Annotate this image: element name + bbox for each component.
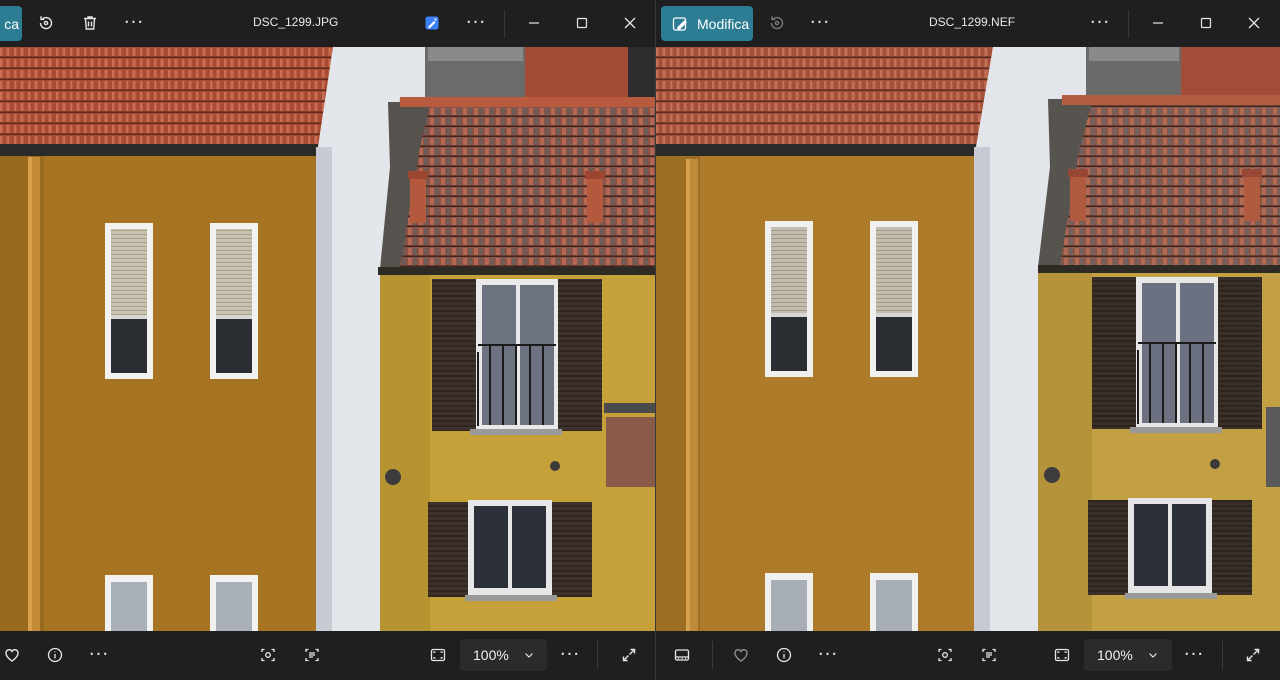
- edit-button-label: Modifica: [697, 15, 750, 32]
- more-options-button[interactable]: ···: [116, 5, 152, 41]
- more-icon: ···: [465, 12, 487, 33]
- trash-icon: [84, 16, 96, 30]
- photo-canvas[interactable]: [0, 47, 655, 631]
- fullscreen-button[interactable]: [1235, 637, 1271, 673]
- rotate-button[interactable]: [759, 5, 795, 41]
- rotate-icon: [770, 16, 784, 30]
- delete-button[interactable]: [72, 5, 108, 41]
- visual-search-button[interactable]: [927, 637, 963, 673]
- photo-pane-right: Modifica ··· DSC_1299.NEF ··· ··· 100% ·…: [656, 0, 1280, 680]
- divider: [712, 641, 713, 669]
- maximize-button[interactable]: [564, 5, 600, 41]
- photo-pane-left: ca ··· DSC_1299.JPG ··· ··· 100% ···: [0, 0, 655, 680]
- more-options-button-2[interactable]: ···: [1082, 5, 1118, 41]
- close-button[interactable]: [1236, 5, 1272, 41]
- heart-icon: [5, 649, 19, 662]
- filmstrip-icon: [674, 649, 690, 661]
- text-scan-button[interactable]: [294, 637, 330, 673]
- more-options-button-2[interactable]: ···: [458, 5, 494, 41]
- zoom-value: 100%: [1097, 647, 1133, 663]
- edit-button[interactable]: ca: [0, 6, 22, 41]
- text-scan-button[interactable]: [971, 637, 1007, 673]
- minimize-icon: [529, 22, 539, 24]
- maximize-button[interactable]: [1188, 5, 1224, 41]
- more-zoom-options[interactable]: ···: [1176, 637, 1212, 673]
- minimize-icon: [1153, 22, 1163, 24]
- close-button[interactable]: [612, 5, 648, 41]
- maximize-icon: [576, 17, 588, 29]
- minimize-button[interactable]: [516, 5, 552, 41]
- scan-icon: [938, 648, 952, 662]
- text-scan-icon: [305, 648, 319, 662]
- more-icon: ···: [1089, 12, 1111, 33]
- chevron-down-icon: [524, 653, 533, 658]
- rotate-button[interactable]: [28, 5, 64, 41]
- favorite-button[interactable]: [723, 637, 759, 673]
- scan-icon: [261, 648, 275, 662]
- status-bar-left: ··· 100% ···: [0, 631, 655, 680]
- more-icon: ···: [817, 644, 839, 665]
- edit-button-label: ca: [4, 15, 19, 32]
- expand-icon: [1246, 648, 1260, 662]
- visual-search-button[interactable]: [250, 637, 286, 673]
- minimize-button[interactable]: [1140, 5, 1176, 41]
- divider: [1222, 641, 1223, 669]
- more-icon: ···: [809, 12, 831, 33]
- fit-icon: [1054, 648, 1070, 662]
- info-button[interactable]: [37, 637, 73, 673]
- maximize-icon: [1200, 17, 1212, 29]
- chevron-down-icon: [1148, 653, 1157, 658]
- fit-icon: [430, 648, 446, 662]
- info-icon: [776, 647, 792, 663]
- zoom-value: 100%: [473, 647, 509, 663]
- file-name: DSC_1299.JPG: [253, 15, 339, 29]
- info-icon: [47, 647, 63, 663]
- fit-to-window-button[interactable]: [420, 637, 456, 673]
- more-zoom-options[interactable]: ···: [552, 637, 588, 673]
- image-enhance-icon: [425, 16, 439, 30]
- more-options-bottom[interactable]: ···: [810, 637, 846, 673]
- enhance-button[interactable]: [414, 5, 450, 41]
- rotate-icon: [39, 16, 53, 30]
- file-name: DSC_1299.NEF: [929, 15, 1016, 29]
- photo-canvas[interactable]: [656, 47, 1280, 631]
- fit-to-window-button[interactable]: [1044, 637, 1080, 673]
- building-photo: [0, 47, 655, 631]
- zoom-select[interactable]: 100%: [460, 639, 547, 671]
- divider: [504, 10, 505, 38]
- more-icon: ···: [1183, 644, 1205, 665]
- more-options-bottom[interactable]: ···: [81, 637, 117, 673]
- close-icon: [624, 17, 636, 29]
- building-photo: [656, 47, 1280, 631]
- title-bar-left: ca ··· DSC_1299.JPG ···: [0, 0, 655, 47]
- divider: [1128, 10, 1129, 38]
- expand-icon: [622, 648, 636, 662]
- zoom-select[interactable]: 100%: [1084, 639, 1172, 671]
- status-bar-right: ··· 100% ···: [656, 631, 1280, 680]
- more-options-button[interactable]: ···: [802, 5, 838, 41]
- filmstrip-button[interactable]: [664, 637, 700, 673]
- more-icon: ···: [559, 644, 581, 665]
- edit-image-icon: [672, 16, 687, 31]
- photos-app: ca ··· DSC_1299.JPG ··· ··· 100% ··· Mod…: [0, 0, 1280, 680]
- edit-button[interactable]: Modifica: [661, 6, 753, 41]
- heart-icon: [734, 649, 748, 662]
- favorite-button[interactable]: [0, 637, 30, 673]
- more-icon: ···: [88, 644, 110, 665]
- divider: [597, 641, 598, 669]
- more-icon: ···: [123, 12, 145, 33]
- text-scan-icon: [982, 648, 996, 662]
- close-icon: [1248, 17, 1260, 29]
- title-bar-right: Modifica ··· DSC_1299.NEF ···: [656, 0, 1280, 47]
- fullscreen-button[interactable]: [611, 637, 647, 673]
- info-button[interactable]: [766, 637, 802, 673]
